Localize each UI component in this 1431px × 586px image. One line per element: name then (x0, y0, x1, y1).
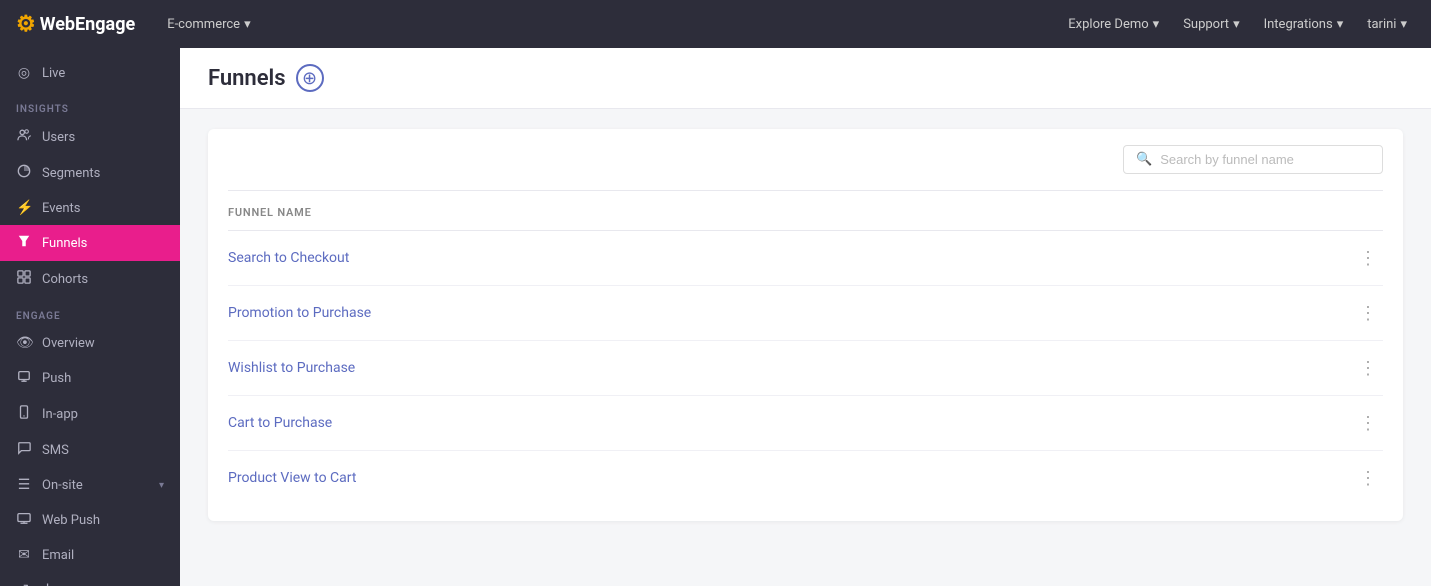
explore-demo-dropdown[interactable]: Explore Demo ▾ (1060, 13, 1167, 36)
sidebar-live-label: Live (42, 66, 65, 81)
table-row: Product View to Cart ⋮ (228, 451, 1383, 505)
add-icon: ⊕ (302, 69, 317, 87)
sidebar-item-overview[interactable]: 👁 Overview (0, 326, 180, 360)
sidebar-item-events[interactable]: ⚡ Events (0, 191, 180, 225)
search-row: 🔍 (228, 145, 1383, 174)
journey-icon: ↗ (16, 581, 32, 586)
more-options-button[interactable]: ⋮ (1353, 355, 1383, 381)
engage-section-label: ENGAGE (0, 297, 180, 326)
on-site-icon: ☰ (16, 477, 32, 493)
integrations-dropdown[interactable]: Integrations ▾ (1256, 13, 1352, 36)
more-options-button[interactable]: ⋮ (1353, 245, 1383, 271)
sidebar-email-label: Email (42, 548, 74, 563)
funnel-name-column-header: FUNNEL NAME (228, 206, 312, 219)
page-title: Funnels (208, 66, 286, 91)
sidebar-item-users[interactable]: Users (0, 119, 180, 155)
sidebar-web-push-label: Web Push (42, 513, 100, 528)
more-options-button[interactable]: ⋮ (1353, 300, 1383, 326)
page-header: Funnels ⊕ (180, 48, 1431, 109)
sidebar-events-label: Events (42, 201, 80, 216)
content-inner: 🔍 FUNNEL NAME Search to Checkout ⋮ Promo… (180, 109, 1431, 541)
sidebar-segments-label: Segments (42, 166, 100, 181)
explore-demo-label: Explore Demo (1068, 17, 1148, 32)
table-row: Promotion to Purchase ⋮ (228, 286, 1383, 341)
integrations-chevron-icon: ▾ (1337, 17, 1344, 32)
web-push-icon (16, 511, 32, 529)
sidebar-item-sms[interactable]: SMS (0, 432, 180, 468)
search-box[interactable]: 🔍 (1123, 145, 1383, 174)
funnel-name-link[interactable]: Cart to Purchase (228, 415, 332, 431)
table-header: FUNNEL NAME (228, 190, 1383, 231)
cohorts-icon (16, 270, 32, 288)
sidebar-item-in-app[interactable]: In-app (0, 396, 180, 432)
add-funnel-button[interactable]: ⊕ (296, 64, 324, 92)
nav-right: Explore Demo ▾ Support ▾ Integrations ▾ … (1060, 13, 1415, 36)
support-label: Support (1183, 17, 1229, 32)
on-site-arrow-icon: ▾ (159, 480, 164, 491)
sidebar-push-label: Push (42, 371, 71, 386)
integrations-label: Integrations (1264, 17, 1333, 32)
logo-icon: ⚙ (16, 12, 36, 37)
sms-icon (16, 441, 32, 459)
sidebar-item-funnels[interactable]: Funnels (0, 225, 180, 261)
email-icon: ✉ (16, 547, 32, 563)
funnel-list: Search to Checkout ⋮ Promotion to Purcha… (228, 231, 1383, 505)
sidebar-overview-label: Overview (42, 336, 95, 351)
funnel-name-link[interactable]: Product View to Cart (228, 470, 356, 486)
sidebar-funnels-label: Funnels (42, 236, 87, 251)
funnel-name-link[interactable]: Promotion to Purchase (228, 305, 371, 321)
explore-demo-chevron-icon: ▾ (1153, 17, 1160, 32)
user-name-label: tarini (1367, 17, 1396, 32)
insights-section-label: INSIGHTS (0, 90, 180, 119)
in-app-icon (16, 405, 32, 423)
sidebar-in-app-label: In-app (42, 407, 78, 422)
sidebar-item-live[interactable]: ◎ Live (0, 56, 180, 90)
support-chevron-icon: ▾ (1233, 17, 1240, 32)
main-layout: ◎ Live INSIGHTS Users (0, 48, 1431, 586)
logo: ⚙ WebEngage (16, 12, 135, 37)
sidebar-item-journey[interactable]: ↗ Journey (0, 572, 180, 586)
sidebar-cohorts-label: Cohorts (42, 272, 88, 287)
search-icon: 🔍 (1136, 152, 1152, 167)
more-options-button[interactable]: ⋮ (1353, 465, 1383, 491)
project-name: E-commerce (167, 17, 240, 32)
user-menu-dropdown[interactable]: tarini ▾ (1359, 13, 1415, 36)
project-chevron-icon: ▾ (244, 17, 251, 32)
live-icon: ◎ (16, 65, 32, 81)
segments-icon (16, 164, 32, 182)
sidebar-item-email[interactable]: ✉ Email (0, 538, 180, 572)
table-row: Search to Checkout ⋮ (228, 231, 1383, 286)
table-row: Cart to Purchase ⋮ (228, 396, 1383, 451)
main-content: Funnels ⊕ 🔍 FUNNEL NAME Searc (180, 48, 1431, 586)
more-options-button[interactable]: ⋮ (1353, 410, 1383, 436)
support-dropdown[interactable]: Support ▾ (1175, 13, 1247, 36)
sidebar-item-segments[interactable]: Segments (0, 155, 180, 191)
project-dropdown[interactable]: E-commerce ▾ (159, 13, 258, 36)
user-chevron-icon: ▾ (1400, 17, 1407, 32)
on-site-left: ☰ On-site (16, 477, 83, 493)
push-icon (16, 369, 32, 387)
sidebar-item-web-push[interactable]: Web Push (0, 502, 180, 538)
funnel-name-link[interactable]: Wishlist to Purchase (228, 360, 355, 376)
users-icon (16, 128, 32, 146)
overview-icon: 👁 (16, 335, 32, 351)
sidebar-item-cohorts[interactable]: Cohorts (0, 261, 180, 297)
sidebar-on-site-label: On-site (42, 478, 83, 493)
sidebar-journey-label: Journey (42, 582, 88, 586)
funnels-icon (16, 234, 32, 252)
funnel-name-link[interactable]: Search to Checkout (228, 250, 349, 266)
sidebar-item-on-site[interactable]: ☰ On-site ▾ (0, 468, 180, 502)
logo-text: WebEngage (40, 14, 135, 35)
sidebar-users-label: Users (42, 130, 75, 145)
sidebar-sms-label: SMS (42, 443, 69, 458)
search-input[interactable] (1160, 152, 1370, 167)
funnel-card: 🔍 FUNNEL NAME Search to Checkout ⋮ Promo… (208, 129, 1403, 521)
table-row: Wishlist to Purchase ⋮ (228, 341, 1383, 396)
sidebar: ◎ Live INSIGHTS Users (0, 48, 180, 586)
sidebar-item-push[interactable]: Push (0, 360, 180, 396)
events-icon: ⚡ (16, 200, 32, 216)
top-nav: ⚙ WebEngage E-commerce ▾ Explore Demo ▾ … (0, 0, 1431, 48)
